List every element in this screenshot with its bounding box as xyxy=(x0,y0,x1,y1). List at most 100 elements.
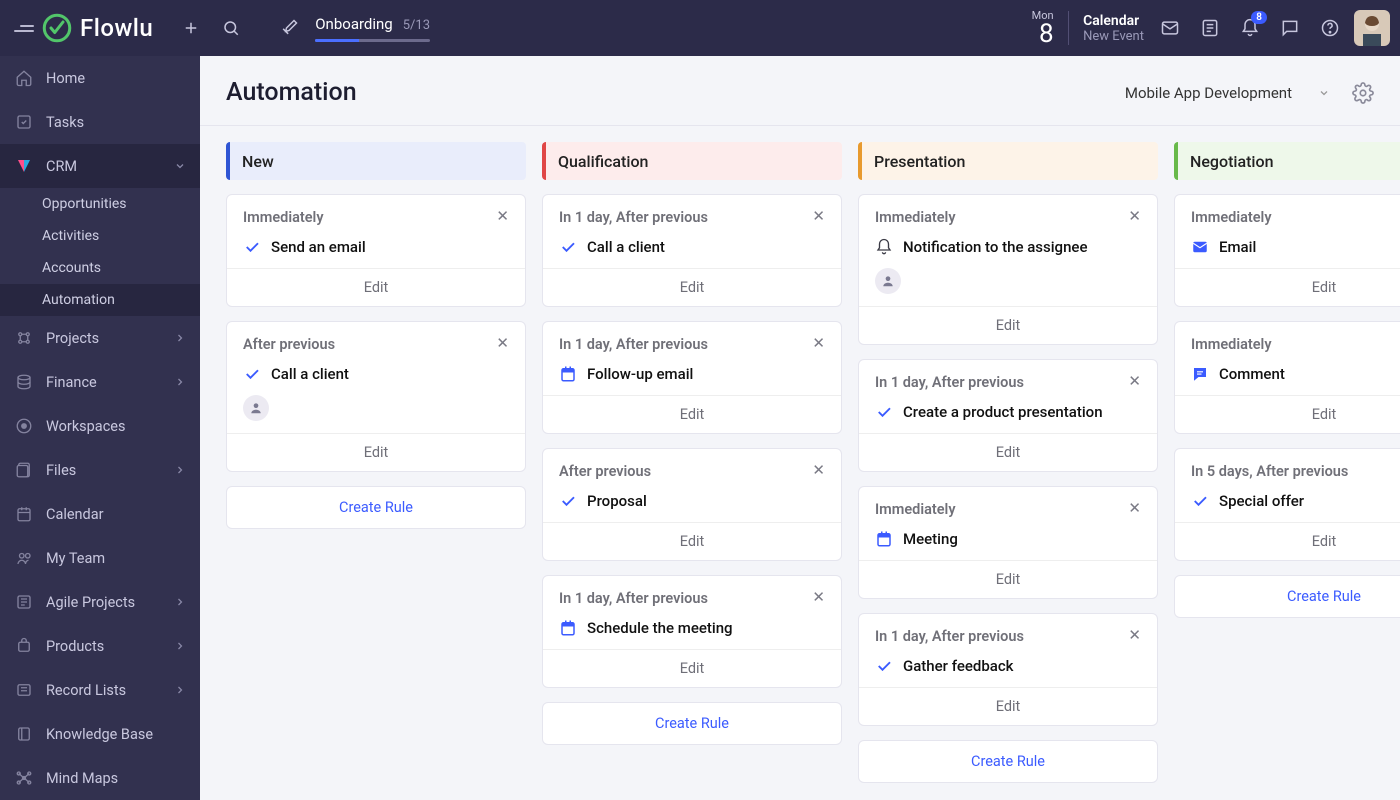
sidebar-item-calendar[interactable]: Calendar xyxy=(0,492,200,536)
automation-card: ✕After previousProposalEdit xyxy=(542,448,842,561)
onboarding-widget[interactable]: Onboarding 5/13 xyxy=(315,15,430,42)
sidebar-item-finance[interactable]: Finance xyxy=(0,360,200,404)
card-edit-button[interactable]: Edit xyxy=(859,560,1157,598)
automation-card: ✕ImmediatelyNotification to the assignee… xyxy=(858,194,1158,345)
sidebar-item-label: Mind Maps xyxy=(46,770,186,787)
sidebar-subitem-opportunities[interactable]: Opportunities xyxy=(0,188,200,220)
sidebar-item-label: Finance xyxy=(46,374,162,391)
sidebar-item-files[interactable]: Files xyxy=(0,448,200,492)
check-icon xyxy=(875,657,893,675)
sidebar-subitem-label: Accounts xyxy=(42,260,186,276)
sidebar-item-mind-maps[interactable]: Mind Maps xyxy=(0,756,200,800)
team-icon xyxy=(14,548,34,568)
card-edit-button[interactable]: Edit xyxy=(1175,522,1400,560)
card-timing: In 5 days, After previous xyxy=(1191,463,1400,480)
sidebar-item-my-team[interactable]: My Team xyxy=(0,536,200,580)
settings-icon[interactable] xyxy=(1352,82,1374,104)
sidebar-subitem-accounts[interactable]: Accounts xyxy=(0,252,200,284)
card-close-icon[interactable]: ✕ xyxy=(812,336,825,351)
card-close-icon[interactable]: ✕ xyxy=(812,209,825,224)
sidebar-item-home[interactable]: Home xyxy=(0,56,200,100)
sidebar-item-label: Tasks xyxy=(46,114,186,131)
card-edit-button[interactable]: Edit xyxy=(543,268,841,306)
sidebar-item-record-lists[interactable]: Record Lists xyxy=(0,668,200,712)
automation-card: ✕In 5 days, After previousSpecial offerE… xyxy=(1174,448,1400,561)
chevron-right-icon xyxy=(174,332,186,344)
sidebar-item-agile-projects[interactable]: Agile Projects xyxy=(0,580,200,624)
project-selector[interactable]: Mobile App Development xyxy=(1125,84,1330,102)
products-icon xyxy=(14,636,34,656)
card-edit-button[interactable]: Edit xyxy=(1175,268,1400,306)
sidebar-subitem-automation[interactable]: Automation xyxy=(0,284,200,316)
create-rule-button[interactable]: Create Rule xyxy=(542,702,842,745)
automation-card: ✕After previousCall a clientEdit xyxy=(226,321,526,472)
sidebar-item-tasks[interactable]: Tasks xyxy=(0,100,200,144)
card-action: Follow-up email xyxy=(543,365,841,395)
app-logo[interactable]: Flowlu xyxy=(42,13,153,43)
chat-icon[interactable] xyxy=(1270,8,1310,48)
card-edit-button[interactable]: Edit xyxy=(859,687,1157,725)
notifications-icon[interactable]: 8 xyxy=(1230,8,1270,48)
card-edit-button[interactable]: Edit xyxy=(859,306,1157,344)
calendar-date-widget[interactable]: Mon 8 Calendar New Event xyxy=(1032,10,1150,47)
pin-icon[interactable] xyxy=(269,8,309,48)
create-rule-button[interactable]: Create Rule xyxy=(858,740,1158,783)
card-close-icon[interactable]: ✕ xyxy=(1128,374,1141,389)
card-action: Proposal xyxy=(543,492,841,522)
app-name: Flowlu xyxy=(80,14,153,42)
card-close-icon[interactable]: ✕ xyxy=(1128,209,1141,224)
card-edit-button[interactable]: Edit xyxy=(227,268,525,306)
calendar-icon xyxy=(14,504,34,524)
tasks-icon xyxy=(14,112,34,132)
card-close-icon[interactable]: ✕ xyxy=(1128,628,1141,643)
sidebar-item-label: CRM xyxy=(46,158,162,175)
card-action: Create a product presentation xyxy=(859,403,1157,433)
create-rule-button[interactable]: Create Rule xyxy=(1174,575,1400,618)
card-action: Meeting xyxy=(859,530,1157,560)
sidebar-item-products[interactable]: Products xyxy=(0,624,200,668)
card-close-icon[interactable]: ✕ xyxy=(496,209,509,224)
sidebar-subitem-activities[interactable]: Activities xyxy=(0,220,200,252)
card-edit-button[interactable]: Edit xyxy=(1175,395,1400,433)
new-event-link[interactable]: New Event xyxy=(1083,29,1144,44)
chevron-right-icon xyxy=(174,464,186,476)
card-edit-button[interactable]: Edit xyxy=(543,395,841,433)
column-qualification: Qualification✕In 1 day, After previousCa… xyxy=(542,142,842,784)
sidebar-item-label: Products xyxy=(46,638,162,655)
help-icon[interactable] xyxy=(1310,8,1350,48)
card-edit-button[interactable]: Edit xyxy=(227,433,525,471)
card-edit-button[interactable]: Edit xyxy=(543,522,841,560)
sidebar-subitem-label: Activities xyxy=(42,228,186,244)
logo-icon xyxy=(42,13,72,43)
files-icon xyxy=(14,460,34,480)
card-edit-button[interactable]: Edit xyxy=(859,433,1157,471)
sidebar: Home Tasks CRM Opportunities Activities Accou… xyxy=(0,56,200,800)
sidebar-subitem-label: Opportunities xyxy=(42,196,186,212)
user-avatar[interactable] xyxy=(1354,10,1390,46)
card-edit-button[interactable]: Edit xyxy=(543,649,841,687)
top-bar: Flowlu Onboarding 5/13 Mon 8 Calendar Ne… xyxy=(0,0,1400,56)
card-close-icon[interactable]: ✕ xyxy=(496,336,509,351)
sidebar-item-crm[interactable]: CRM xyxy=(0,144,200,188)
add-button[interactable] xyxy=(171,8,211,48)
sidebar-item-projects[interactable]: Projects xyxy=(0,316,200,360)
search-button[interactable] xyxy=(211,8,251,48)
card-action: Notification to the assignee xyxy=(859,238,1157,268)
card-close-icon[interactable]: ✕ xyxy=(812,463,825,478)
card-close-icon[interactable]: ✕ xyxy=(812,590,825,605)
create-rule-button[interactable]: Create Rule xyxy=(226,486,526,529)
check-icon xyxy=(559,492,577,510)
card-close-icon[interactable]: ✕ xyxy=(1128,501,1141,516)
notes-icon[interactable] xyxy=(1190,8,1230,48)
comment-icon xyxy=(1191,365,1209,383)
inbox-icon[interactable] xyxy=(1150,8,1190,48)
card-timing: In 1 day, After previous xyxy=(559,590,812,607)
sidebar-item-knowledge-base[interactable]: Knowledge Base xyxy=(0,712,200,756)
sidebar-item-label: Home xyxy=(46,70,186,87)
sidebar-item-workspaces[interactable]: Workspaces xyxy=(0,404,200,448)
menu-toggle-icon[interactable] xyxy=(14,25,34,32)
bell-icon xyxy=(875,238,893,256)
date-day: 8 xyxy=(1039,21,1054,47)
sidebar-subitem-label: Automation xyxy=(42,292,186,308)
chevron-down-icon xyxy=(174,160,186,172)
